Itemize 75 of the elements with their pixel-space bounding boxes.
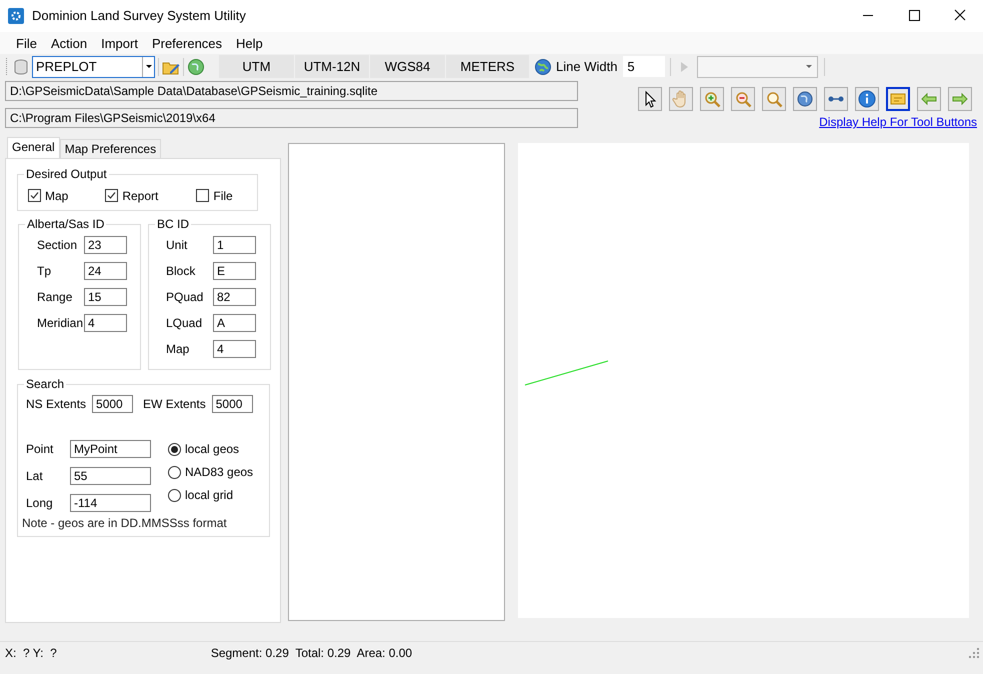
dots-icon — [828, 96, 844, 102]
text-field[interactable]: 4 — [84, 314, 127, 332]
info-icon — [857, 89, 877, 109]
text-field[interactable]: 1 — [213, 236, 256, 254]
field-label: Point — [26, 442, 54, 456]
path-field: D:\GPSeismicData\Sample Data\Database\GPSeismic_training.sqlite — [5, 81, 578, 101]
line-width-field[interactable]: 5 — [623, 56, 666, 77]
tool-button[interactable] — [886, 87, 910, 111]
globe-icon — [795, 89, 815, 109]
text-field[interactable]: A — [213, 314, 256, 332]
group-title: Desired Output — [24, 167, 109, 181]
text-field[interactable]: E — [213, 262, 256, 280]
text-field[interactable]: 24 — [84, 262, 127, 280]
radio-button[interactable]: local geos — [168, 442, 254, 456]
toolbar-button[interactable]: UTM-12N — [295, 55, 369, 78]
text-field[interactable]: 23 — [84, 236, 127, 254]
globe-icon[interactable] — [534, 58, 552, 76]
database-dropdown[interactable]: PREPLOT — [32, 56, 155, 78]
text-field[interactable]: -114 — [70, 494, 151, 512]
field-label: Block — [166, 264, 196, 278]
text-field[interactable]: 55 — [70, 467, 151, 485]
checkbox[interactable]: Report — [105, 188, 158, 202]
tool-button[interactable] — [855, 87, 879, 111]
radio-button[interactable]: local grid — [168, 488, 254, 502]
window-title: Dominion Land Survey System Utility — [32, 8, 246, 23]
check-icon — [107, 191, 116, 200]
field-label: PQuad — [166, 290, 204, 304]
line-width-label: Line Width — [556, 59, 618, 74]
menu-item[interactable]: Preferences — [144, 34, 230, 52]
path-field: C:\Program Files\GPSeismic\2019\x64 — [5, 108, 578, 128]
menu-item[interactable]: Help — [229, 34, 270, 52]
cursor-position: X: ? Y: ? — [5, 646, 57, 660]
menu-item[interactable]: Import — [94, 34, 145, 52]
checkbox[interactable]: File — [196, 188, 233, 202]
field-label: NS Extents — [26, 397, 86, 411]
field-label: Lat — [26, 469, 44, 483]
group-title: Alberta/Sas ID — [25, 217, 106, 231]
tab[interactable]: General — [7, 137, 60, 159]
field-label: Section — [37, 238, 78, 252]
field-label: Unit — [166, 238, 188, 252]
field-label: EW Extents — [143, 397, 206, 411]
app-icon — [8, 8, 24, 24]
format-note: Note - geos are in DD.MMSSss format — [22, 516, 228, 530]
text-field[interactable]: 5000 — [212, 395, 253, 413]
globe-icon[interactable] — [187, 58, 205, 76]
group-title: BC ID — [155, 217, 192, 231]
menu-item[interactable]: File — [9, 34, 44, 52]
field-label: Long — [26, 496, 54, 510]
toolbar-button[interactable]: UTM — [219, 55, 294, 78]
caret-icon — [806, 65, 812, 68]
dropdown[interactable] — [697, 56, 818, 78]
menu-item[interactable]: Action — [44, 34, 94, 52]
text-field[interactable]: MyPoint — [70, 440, 151, 458]
field-label: Map — [166, 342, 190, 356]
field-label: LQuad — [166, 316, 204, 330]
toolbar-button[interactable]: METERS — [446, 55, 529, 78]
text-field[interactable]: 15 — [84, 288, 127, 306]
caret-icon — [146, 65, 152, 68]
tool-button[interactable] — [638, 87, 662, 111]
checkbox[interactable]: Map — [28, 188, 68, 202]
field-label: Range — [37, 290, 74, 304]
toolbar-button[interactable]: WGS84 — [370, 55, 445, 78]
check-icon — [30, 191, 39, 200]
resize-grip-icon[interactable] — [969, 648, 979, 658]
tab[interactable]: Map Preferences — [60, 139, 162, 158]
radio-button[interactable]: NAD83 geos — [168, 465, 254, 479]
field-label: Tp — [37, 264, 52, 278]
field-label: Meridian — [37, 316, 84, 330]
text-field[interactable]: 4 — [213, 340, 256, 358]
text-field[interactable]: 82 — [213, 288, 256, 306]
text-field[interactable]: 5000 — [92, 395, 134, 413]
database-icon[interactable] — [14, 58, 28, 74]
measurements: Segment: 0.29 Total: 0.29 Area: 0.00 — [210, 646, 412, 660]
group-title: Search — [24, 377, 66, 391]
help-link[interactable]: Display Help For Tool Buttons — [819, 115, 977, 129]
